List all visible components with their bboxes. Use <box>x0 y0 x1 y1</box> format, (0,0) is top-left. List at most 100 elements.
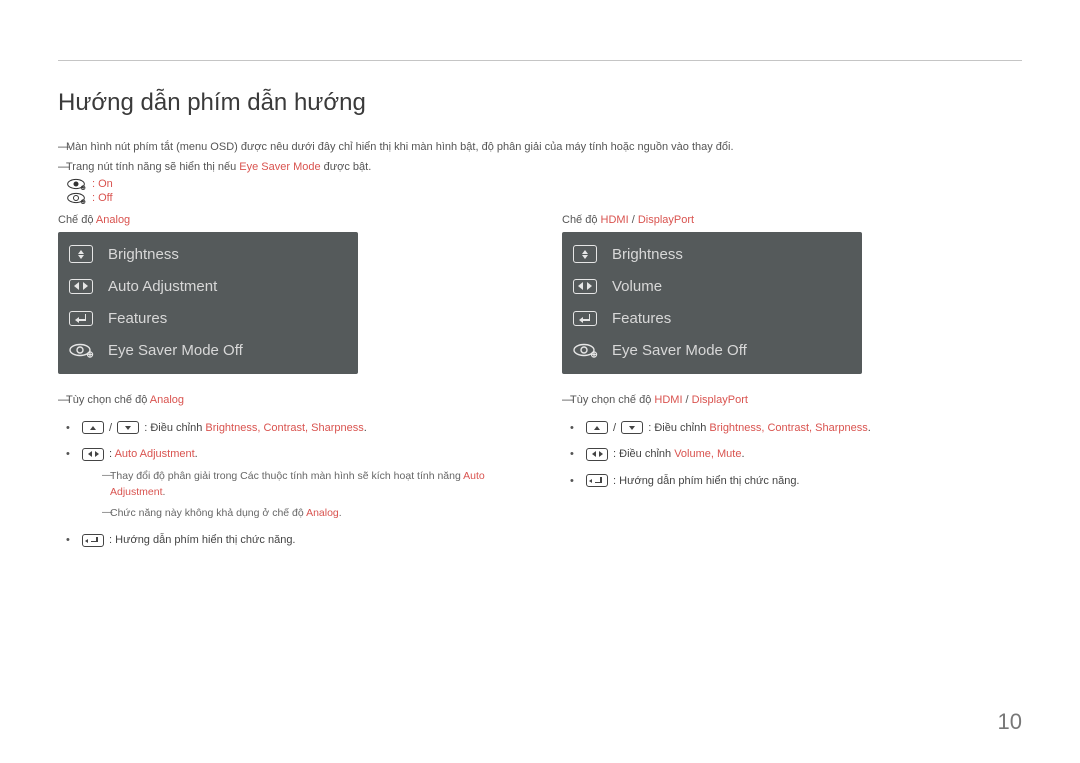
hdmi-notes: ― Tùy chọn chế độ HDMI / DisplayPort / :… <box>562 392 1010 489</box>
eye-off-icon <box>66 192 86 204</box>
mode-slash: / <box>629 214 638 226</box>
eye-plus-icon <box>68 342 94 358</box>
key-down-icon <box>621 421 643 434</box>
page-number: 10 <box>998 709 1022 735</box>
hdmi-bullet-2: : Điều chỉnh Volume, Mute. <box>562 446 1010 463</box>
eye-on-icon <box>66 178 86 190</box>
osd-panel-analog: Brightness Auto Adjustment Features Eye … <box>58 232 358 374</box>
eye-off-line: : Off <box>58 192 1022 204</box>
note-dash: ― <box>58 157 70 176</box>
note-osd: ― Màn hình nút phím tắt (menu OSD) được … <box>58 139 1022 157</box>
osd-panel-hdmi: Brightness Volume Features Eye Saver Mod… <box>562 232 862 374</box>
key-left-right-icon <box>586 448 608 461</box>
eye-on-line: : On <box>58 178 1022 190</box>
note-osd-text: Màn hình nút phím tắt (menu OSD) được nê… <box>66 141 734 153</box>
osd-row-features: Features <box>562 302 862 334</box>
note-eyesaver-hl: Eye Saver Mode <box>239 161 320 173</box>
eye-off-label: : Off <box>92 192 113 204</box>
note-dash: ― <box>58 390 70 409</box>
r-b1-items: Brightness, Contrast, Sharpness <box>709 422 867 434</box>
b1-post: . <box>364 422 367 434</box>
columns: Chế độ Analog Brightness Auto Adjustment… <box>58 204 1022 548</box>
mode-label-analog: Chế độ Analog <box>58 214 506 226</box>
eye-on-label: : On <box>92 178 113 190</box>
key-enter-icon <box>572 311 598 326</box>
b2-hl: Auto Adjustment <box>115 448 195 460</box>
osd-brightness: Brightness <box>612 246 683 263</box>
b2-post: . <box>195 448 198 460</box>
mode-analog: Analog <box>96 214 130 226</box>
osd-eyesaver: Eye Saver Mode Off <box>108 342 243 359</box>
note-dash: ― <box>562 390 574 409</box>
key-enter-icon <box>68 311 94 326</box>
r-b2-pre: : Điều chỉnh <box>610 448 674 460</box>
analog-bullet-3: : Hướng dẫn phím hiển thị chức năng. <box>58 532 506 549</box>
hdmi-opt-slash: / <box>683 394 692 406</box>
osd-row-brightness: Brightness <box>562 238 862 270</box>
mode-label-hdmi-dp: Chế độ HDMI / DisplayPort <box>562 214 1010 226</box>
analog-subnote-1: ―Thay đổi độ phân giải trong Các thuộc t… <box>80 469 506 501</box>
note-eyesaver-post: được bật. <box>321 161 372 173</box>
osd-row-eyesaver: Eye Saver Mode Off <box>562 334 862 366</box>
mode-prefix: Chế độ <box>562 214 601 226</box>
eye-plus-icon <box>572 342 598 358</box>
hdmi-opt-pre: Tùy chọn chế độ <box>570 394 654 406</box>
sub2-post: . <box>339 507 342 519</box>
note-eyesaver-pre: Trang nút tính năng sẽ hiển thị nếu <box>66 161 239 173</box>
sub1-post: . <box>163 486 166 498</box>
mode-dp: DisplayPort <box>638 214 694 226</box>
hdmi-bullet-1: / : Điều chỉnh Brightness, Contrast, Sha… <box>562 420 1010 437</box>
osd-volume: Volume <box>612 278 662 295</box>
hdmi-bullet-3: : Hướng dẫn phím hiển thị chức năng. <box>562 473 1010 490</box>
mode-hdmi: HDMI <box>601 214 629 226</box>
osd-brightness: Brightness <box>108 246 179 263</box>
analog-bullets: / : Điều chỉnh Brightness, Contrast, Sha… <box>58 420 506 549</box>
page: Hướng dẫn phím dẫn hướng ― Màn hình nút … <box>0 0 1080 763</box>
col-hdmi-dp: Chế độ HDMI / DisplayPort Brightness Vol… <box>562 204 1010 548</box>
key-enter-icon <box>586 474 608 487</box>
key-down-icon <box>117 421 139 434</box>
analog-notes: ― Tùy chọn chế độ Analog / : Điều chỉnh … <box>58 392 506 548</box>
osd-row-volume: Volume <box>562 270 862 302</box>
col-analog: Chế độ Analog Brightness Auto Adjustment… <box>58 204 506 548</box>
sub2-pre: Chức năng này không khả dụng ở chế độ <box>110 507 306 519</box>
analog-opt-hl: Analog <box>150 394 184 406</box>
key-left-right-icon <box>82 448 104 461</box>
analog-subnote-2: ―Chức năng này không khả dụng ở chế độ A… <box>80 506 506 522</box>
key-up-down-icon <box>572 245 598 263</box>
hdmi-opt-hdmi: HDMI <box>654 394 682 406</box>
top-rule <box>58 60 1022 61</box>
hdmi-opt-dp: DisplayPort <box>692 394 748 406</box>
r-b2-items: Volume, Mute <box>674 448 741 460</box>
key-left-right-icon <box>572 279 598 294</box>
analog-opt-note: ― Tùy chọn chế độ Analog <box>58 392 506 410</box>
r-b2-post: . <box>741 448 744 460</box>
hdmi-opt-note: ― Tùy chọn chế độ HDMI / DisplayPort <box>562 392 1010 410</box>
analog-bullet-2: : Auto Adjustment. ―Thay đổi độ phân giả… <box>58 446 506 522</box>
note-dash: ― <box>58 137 70 156</box>
analog-opt-pre: Tùy chọn chế độ <box>66 394 150 406</box>
sub1-pre: Thay đổi độ phân giải trong Các thuộc tí… <box>110 470 463 482</box>
r-b3: : Hướng dẫn phím hiển thị chức năng. <box>610 475 800 487</box>
osd-row-brightness: Brightness <box>58 238 358 270</box>
osd-features: Features <box>108 310 167 327</box>
page-title: Hướng dẫn phím dẫn hướng <box>58 89 1022 117</box>
hdmi-bullets: / : Điều chỉnh Brightness, Contrast, Sha… <box>562 420 1010 490</box>
osd-features: Features <box>612 310 671 327</box>
osd-row-auto: Auto Adjustment <box>58 270 358 302</box>
key-up-icon <box>82 421 104 434</box>
b1-items: Brightness, Contrast, Sharpness <box>205 422 363 434</box>
r-b1-post: . <box>868 422 871 434</box>
b3: : Hướng dẫn phím hiển thị chức năng. <box>106 534 296 546</box>
b2-pre: : <box>106 448 115 460</box>
osd-row-eyesaver: Eye Saver Mode Off <box>58 334 358 366</box>
key-up-icon <box>586 421 608 434</box>
osd-eyesaver: Eye Saver Mode Off <box>612 342 747 359</box>
key-enter-icon <box>82 534 104 547</box>
key-up-down-icon <box>68 245 94 263</box>
b1-pre: : Điều chỉnh <box>141 422 205 434</box>
r-b1-pre: : Điều chỉnh <box>645 422 709 434</box>
note-eyesaver: ― Trang nút tính năng sẽ hiển thị nếu Ey… <box>58 159 1022 177</box>
osd-auto: Auto Adjustment <box>108 278 217 295</box>
osd-row-features: Features <box>58 302 358 334</box>
